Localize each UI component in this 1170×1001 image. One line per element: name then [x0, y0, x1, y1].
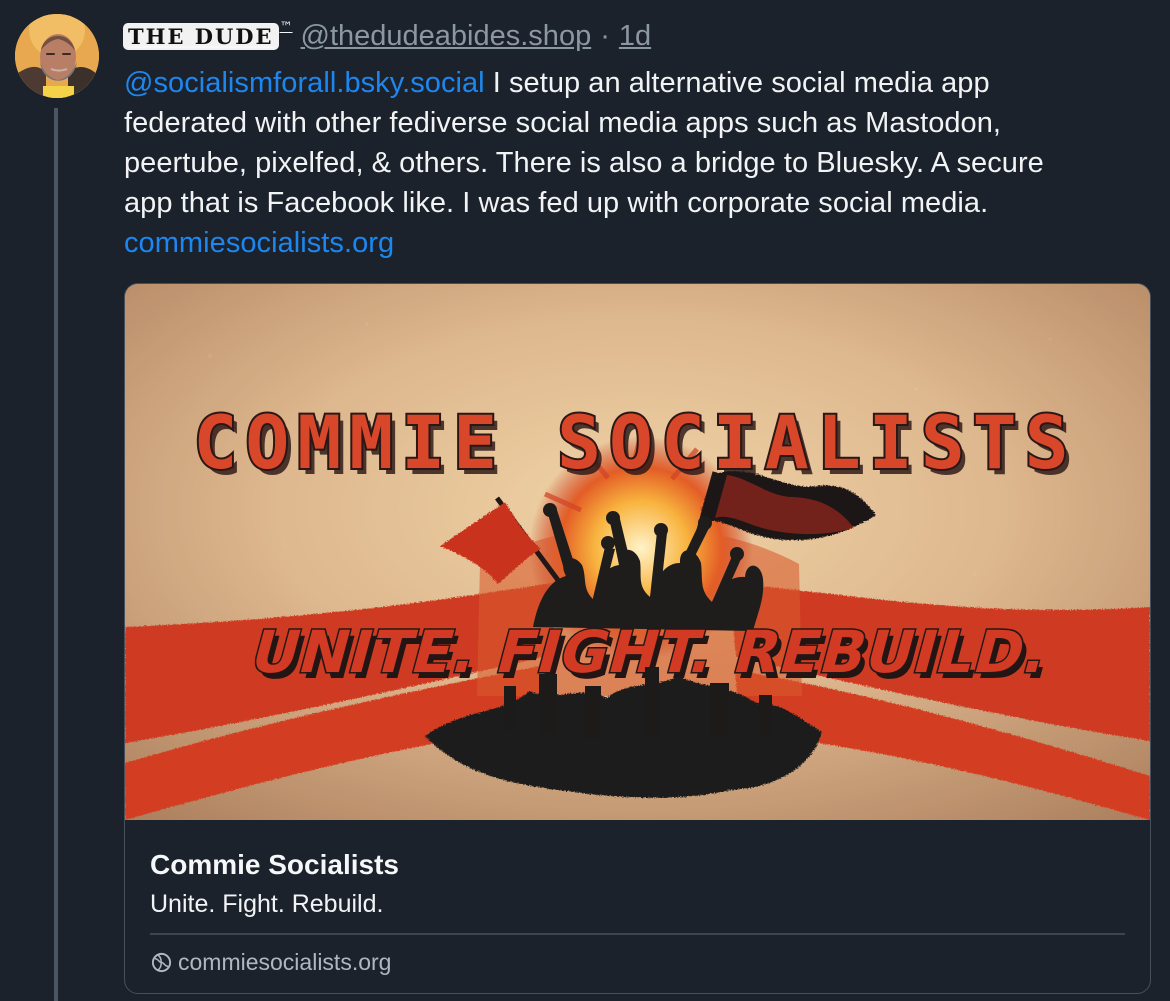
metadata-separator: ·: [600, 20, 610, 52]
author-handle[interactable]: @thedudeabides.shop: [301, 17, 592, 55]
link-card-domain: commiesocialists.org: [178, 948, 392, 975]
poster-headline: COMMIE SOCIALISTS COMMIE SOCIALISTS: [191, 399, 1076, 492]
bearded-man-avatar-icon: [15, 14, 99, 98]
poster-headline-text: COMMIE SOCIALISTS: [193, 401, 1076, 486]
post-text-line-4: app that is Facebook like. I was fed up …: [124, 187, 989, 219]
link-card-description: Unite. Fight. Rebuild.: [150, 890, 384, 918]
post-text-line-1-rest: I setup an alternative social media app: [484, 67, 990, 99]
link-preview-image: COMMIE SOCIALISTS COMMIE SOCIALISTS UNIT…: [125, 284, 1150, 820]
user-mention-link[interactable]: @socialismforall.bsky.social: [124, 67, 485, 99]
social-post: THE DUDE ™ @thedudeabides.shop · 1d @soc…: [0, 0, 1170, 1001]
post-text-line-1: @socialismforall.bsky.social I setup an …: [124, 63, 1134, 103]
post-header: THE DUDE ™ @thedudeabides.shop · 1d: [124, 17, 651, 55]
thread-line: [54, 108, 58, 1001]
link-card-title: Commie Socialists: [150, 849, 399, 880]
link-card-divider: [150, 933, 1125, 935]
author-avatar[interactable]: [15, 14, 99, 98]
link-preview-card[interactable]: COMMIE SOCIALISTS COMMIE SOCIALISTS UNIT…: [124, 283, 1151, 994]
post-link[interactable]: commiesocialists.org: [124, 227, 394, 259]
post-body: @socialismforall.bsky.social I setup an …: [124, 63, 1134, 263]
post-link-line: commiesocialists.org: [124, 223, 1134, 263]
post-text-line-2: federated with other fediverse social me…: [124, 107, 1002, 139]
globe-icon: [151, 952, 172, 972]
author-display-name[interactable]: THE DUDE ™: [124, 17, 293, 55]
author-display-name-text: THE DUDE: [124, 23, 278, 49]
commie-socialists-poster-icon: COMMIE SOCIALISTS COMMIE SOCIALISTS UNIT…: [125, 284, 1150, 820]
trademark-symbol: ™: [279, 20, 293, 35]
link-card-domain-row: commiesocialists.org: [150, 946, 391, 978]
avatar-shirt-print: [43, 86, 74, 98]
post-time[interactable]: 1d: [619, 17, 651, 55]
post-text-line-3: peertube, pixelfed, & others. There is a…: [124, 147, 1044, 179]
